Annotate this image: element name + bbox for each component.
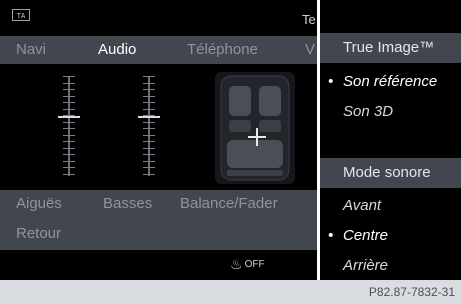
slider-tick <box>63 108 75 110</box>
car-interior-icon <box>220 75 290 181</box>
slider-tick <box>63 167 75 168</box>
slider-tick <box>143 89 155 90</box>
slider-tick <box>63 102 75 103</box>
treble-label[interactable]: Aiguës <box>16 195 62 212</box>
slider-tick <box>143 76 155 77</box>
menu-header-true-image[interactable]: True Image™ <box>320 33 461 63</box>
slider-tick <box>143 108 155 110</box>
slider-tick <box>143 173 155 175</box>
tab-navi[interactable]: Navi <box>16 41 46 58</box>
back-button[interactable]: Retour <box>16 225 61 242</box>
treble-slider[interactable] <box>58 76 80 176</box>
menu-item-label: Avant <box>343 197 382 214</box>
selected-bullet: • <box>328 227 334 244</box>
slider-tick <box>143 141 155 142</box>
slider-tick <box>143 95 155 97</box>
status-text: Te <box>302 12 316 27</box>
slider-tick <box>63 141 75 142</box>
slider-tick <box>63 160 75 162</box>
slider-tick <box>143 167 155 168</box>
slider-labels: Aiguës Basses Balance/Fader <box>0 190 317 220</box>
status-bar: TA Te <box>0 0 317 33</box>
slider-tick <box>143 102 155 103</box>
slider-tick <box>63 173 75 175</box>
slider-level-mark[interactable] <box>58 116 80 118</box>
menu-item-label: Son 3D <box>343 103 394 120</box>
menu-item-avant[interactable]: Avant <box>320 191 461 221</box>
slider-tick <box>143 134 155 136</box>
tab-v[interactable]: V <box>305 41 315 58</box>
seat-heating-icon: ♨ <box>230 256 243 272</box>
menu-item-centre[interactable]: • Centre <box>320 221 461 251</box>
traffic-announcement-icon: TA <box>12 9 30 21</box>
slider-tick <box>63 154 75 155</box>
seat-heating-off-indicator: ♨ OFF <box>230 256 265 273</box>
menu-item-son-3d[interactable]: Son 3D <box>320 97 461 127</box>
menu-item-label: Arrière <box>343 257 389 274</box>
sound-options-menu: True Image™ • Son référence Son 3D Mode s… <box>320 33 461 280</box>
slider-tick <box>63 147 75 149</box>
slider-tick <box>143 154 155 155</box>
back-bar: Retour <box>0 220 317 250</box>
balance-fader-label[interactable]: Balance/Fader <box>180 195 278 212</box>
sound-settings-panel: TA Te Navi Audio Téléphone V Aiguës Bass… <box>0 0 317 280</box>
menu-item-son-reference[interactable]: • Son référence <box>320 67 461 97</box>
head-unit-screen: TA Te Navi Audio Téléphone V Aiguës Bass… <box>0 0 461 280</box>
bass-label[interactable]: Basses <box>103 195 152 212</box>
slider-tick <box>63 128 75 129</box>
equalizer-area <box>0 64 317 190</box>
slider-tick <box>143 160 155 162</box>
slider-tick <box>143 82 155 84</box>
balance-fader-seat-map[interactable] <box>215 72 295 184</box>
menu-item-label: Centre <box>343 227 389 244</box>
figure-code: P82.87-7832-31 <box>368 285 455 299</box>
slider-tick <box>63 134 75 136</box>
menu-item-label: Son référence <box>343 73 438 90</box>
slider-level-mark[interactable] <box>138 116 160 118</box>
slider-tick <box>63 95 75 97</box>
menu-header-mode-sonore[interactable]: Mode sonore <box>320 158 461 188</box>
slider-tick <box>63 121 75 123</box>
selected-bullet: • <box>328 73 334 90</box>
main-tabs: Navi Audio Téléphone V <box>0 36 317 64</box>
balance-cursor-vertical <box>256 128 258 146</box>
slider-tick <box>63 76 75 77</box>
seat-heating-status: OFF <box>244 259 265 271</box>
slider-tick <box>143 147 155 149</box>
bass-slider[interactable] <box>138 76 160 176</box>
tab-telephone[interactable]: Téléphone <box>187 41 258 58</box>
slider-tick <box>143 121 155 123</box>
slider-tick <box>63 89 75 90</box>
tab-audio[interactable]: Audio <box>98 41 136 58</box>
menu-item-arriere[interactable]: Arrière <box>320 251 461 280</box>
slider-tick <box>63 82 75 84</box>
slider-tick <box>143 128 155 129</box>
